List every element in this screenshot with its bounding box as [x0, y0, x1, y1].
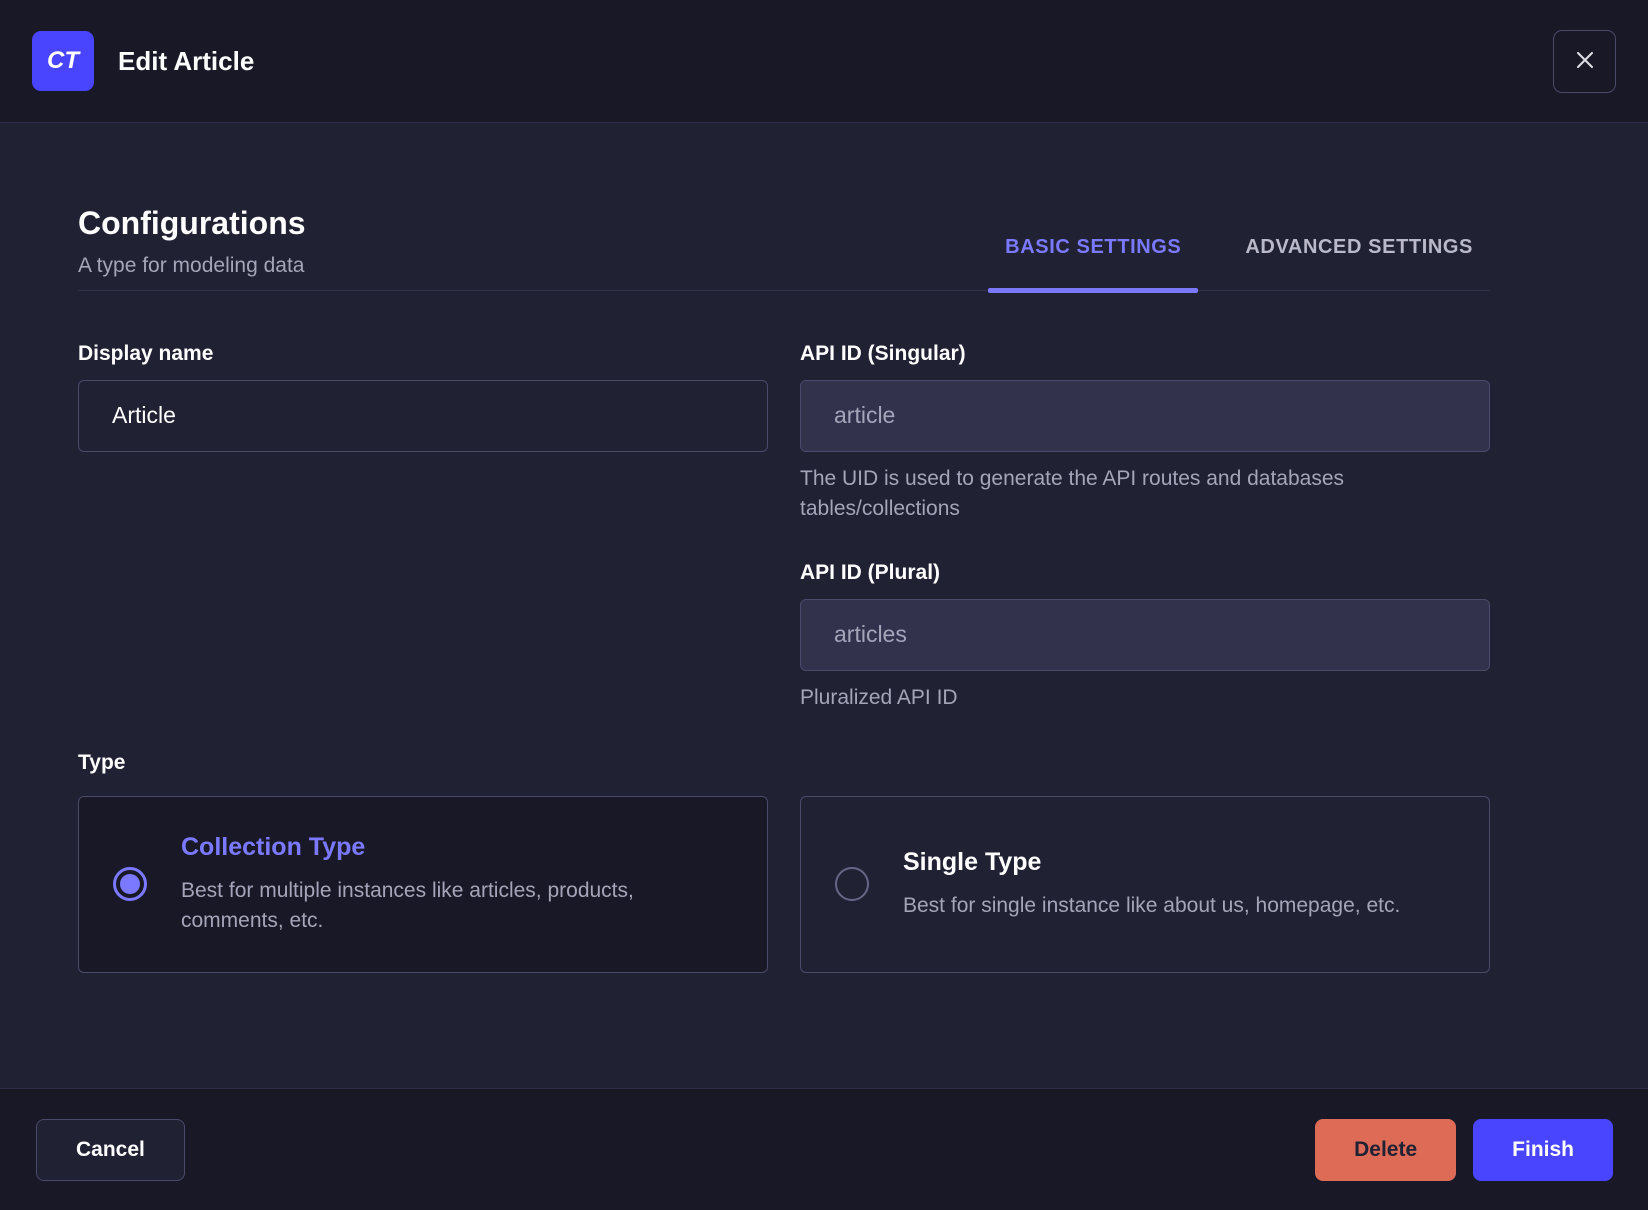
form-grid: Display name API ID (Singular) The UID i…: [78, 342, 1490, 713]
api-id-singular-field-group: API ID (Singular) The UID is used to gen…: [800, 342, 1490, 524]
modal-title: Edit Article: [118, 45, 255, 76]
api-id-singular-label: API ID (Singular): [800, 341, 966, 365]
api-id-singular-hint: The UID is used to generate the API rout…: [800, 466, 1345, 520]
single-type-card[interactable]: Single Type Best for single instance lik…: [800, 795, 1490, 973]
single-type-radio[interactable]: [835, 867, 869, 902]
configurations-heading-block: Configurations A type for modeling data: [78, 205, 306, 290]
section-title: Configurations: [78, 205, 306, 241]
type-cards: Collection Type Best for multiple instan…: [78, 795, 1490, 973]
api-id-plural-label: API ID (Plural): [800, 560, 941, 584]
type-section: Type Collection Type Best for multiple i…: [78, 751, 1490, 973]
type-label: Type: [78, 750, 126, 774]
content-type-badge: CT: [32, 31, 94, 91]
close-button[interactable]: [1553, 29, 1616, 93]
single-type-text: Single Type Best for single instance lik…: [903, 848, 1400, 921]
tab-basic-settings[interactable]: BASIC SETTINGS: [988, 236, 1199, 293]
configurations-header-row: Configurations A type for modeling data …: [78, 205, 1490, 293]
modal-footer: Cancel Delete Finish: [0, 1088, 1648, 1210]
edit-article-modal: CT Edit Article Configurations A type fo…: [0, 0, 1648, 1210]
collection-type-radio[interactable]: [113, 867, 147, 902]
collection-type-title: Collection Type: [181, 832, 366, 861]
single-type-title: Single Type: [903, 847, 1042, 876]
collection-type-text: Collection Type Best for multiple instan…: [181, 833, 733, 936]
collection-type-card[interactable]: Collection Type Best for multiple instan…: [78, 795, 768, 973]
finish-button[interactable]: Finish: [1473, 1118, 1613, 1181]
display-name-input[interactable]: [78, 379, 768, 452]
api-id-plural-field-group: API ID (Plural) Pluralized API ID: [800, 561, 1490, 713]
display-name-field-group: Display name: [78, 342, 768, 452]
form-column-left: Display name: [78, 342, 768, 713]
api-id-singular-input[interactable]: [800, 379, 1490, 452]
single-type-description: Best for single instance like about us, …: [903, 893, 1401, 917]
collection-type-description: Best for multiple instances like article…: [181, 878, 634, 932]
footer-actions: Delete Finish: [1315, 1118, 1613, 1181]
settings-tabs: BASIC SETTINGS ADVANCED SETTINGS: [988, 205, 1490, 293]
delete-button[interactable]: Delete: [1315, 1118, 1457, 1181]
content-type-badge-label: CT: [47, 47, 79, 74]
cancel-button[interactable]: Cancel: [36, 1118, 185, 1181]
section-subtitle: A type for modeling data: [78, 253, 305, 277]
modal-body: Configurations A type for modeling data …: [0, 123, 1648, 1088]
display-name-label: Display name: [78, 341, 214, 365]
tab-advanced-settings[interactable]: ADVANCED SETTINGS: [1228, 236, 1490, 290]
form-column-right: API ID (Singular) The UID is used to gen…: [800, 342, 1490, 713]
api-id-plural-input[interactable]: [800, 598, 1490, 671]
api-id-plural-hint: Pluralized API ID: [800, 685, 958, 709]
modal-header: CT Edit Article: [0, 0, 1648, 123]
close-icon: [1571, 46, 1599, 77]
